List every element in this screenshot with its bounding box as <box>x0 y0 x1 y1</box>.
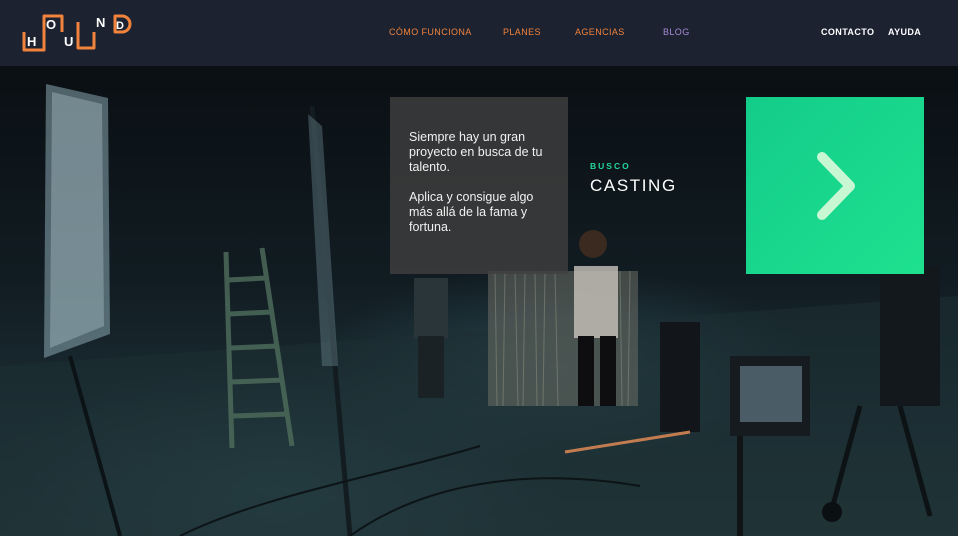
site-header: H O U N D CÓMO FUNCIONA PLANES AGENCIAS … <box>0 0 958 66</box>
logo-letter-u: U <box>64 34 73 49</box>
logo-letter-n: N <box>96 15 105 30</box>
casting-next-button[interactable] <box>746 97 924 274</box>
chevron-right-icon <box>817 152 855 220</box>
logo-letter-o: O <box>46 17 56 32</box>
nav-planes[interactable]: PLANES <box>503 27 541 37</box>
busco-label: BUSCO <box>590 161 631 171</box>
nav-ayuda[interactable]: AYUDA <box>888 27 921 37</box>
nav-agencias[interactable]: AGENCIAS <box>575 27 625 37</box>
nav-como-funciona[interactable]: CÓMO FUNCIONA <box>389 27 472 37</box>
hero-message-line-1: Siempre hay un gran proyecto en busca de… <box>409 130 543 174</box>
hound-logo-mark: H O U N D <box>22 14 132 52</box>
nav-contacto[interactable]: CONTACTO <box>821 27 874 37</box>
nav-blog[interactable]: BLOG <box>663 27 690 37</box>
hero-message-line-2: Aplica y consigue algo más allá de la fa… <box>409 190 534 234</box>
logo-letter-d: D <box>116 20 124 32</box>
casting-label: CASTING <box>590 176 677 195</box>
logo-letter-h: H <box>27 34 36 49</box>
hero-message-box: Siempre hay un gran proyecto en busca de… <box>390 97 568 274</box>
hero-section: Siempre hay un gran proyecto en busca de… <box>0 66 958 536</box>
hound-logo[interactable]: H O U N D <box>22 12 142 54</box>
